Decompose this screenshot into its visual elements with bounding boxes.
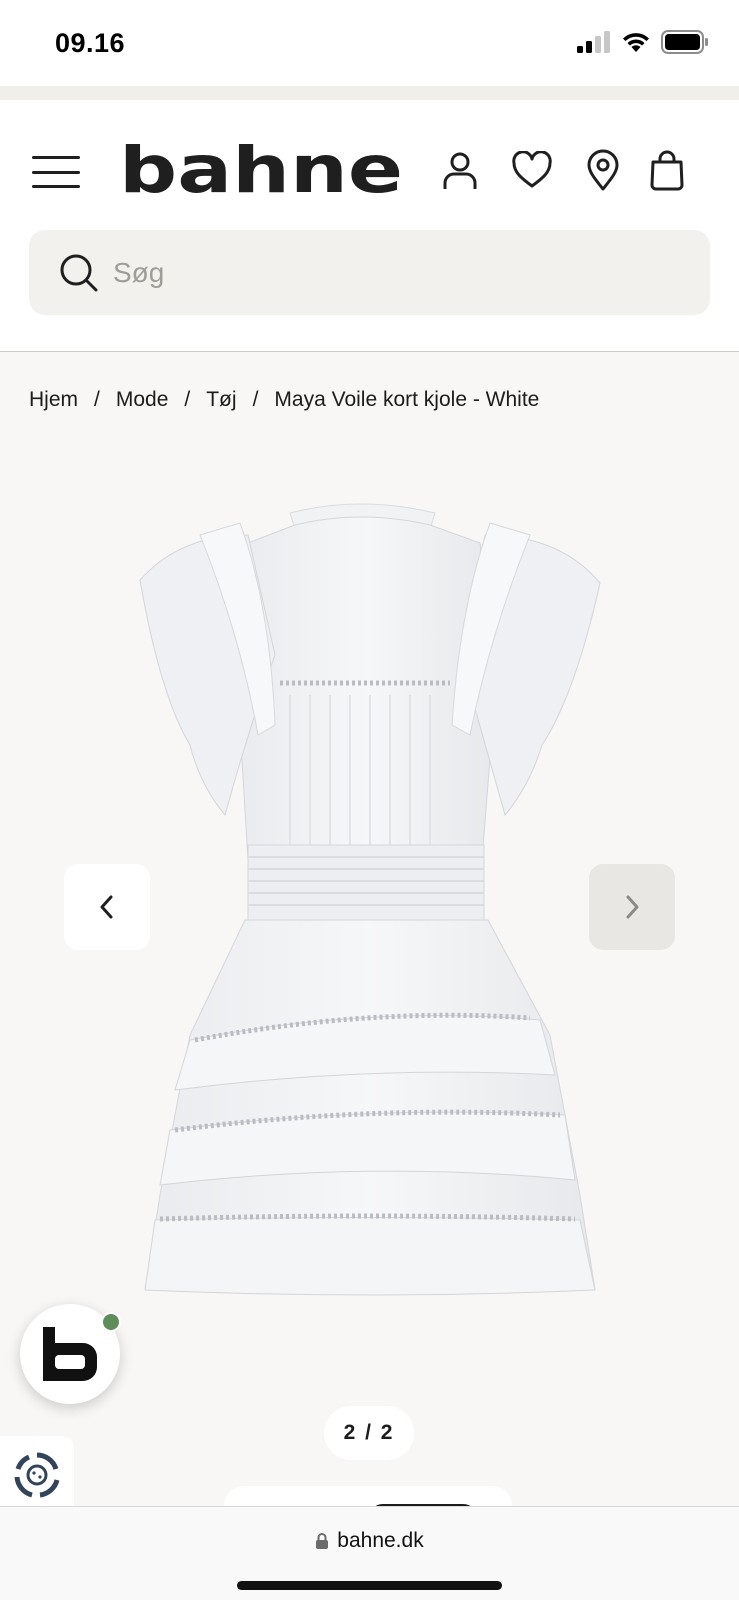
search-input[interactable] — [113, 230, 673, 315]
breadcrumb: Hjem / Mode / Tøj / Maya Voile kort kjol… — [29, 388, 539, 412]
site-header: bahne — [0, 100, 739, 352]
url-text: bahne.dk — [337, 1529, 424, 1552]
breadcrumb-current: Maya Voile kort kjole - White — [274, 388, 540, 411]
cellular-signal-icon — [577, 31, 610, 53]
chat-widget-button[interactable] — [20, 1304, 121, 1404]
heart-icon[interactable] — [508, 146, 556, 194]
shopping-bag-icon[interactable] — [643, 146, 691, 194]
chevron-right-icon — [626, 895, 639, 919]
breadcrumb-separator: / — [94, 388, 100, 411]
lock-icon — [316, 1533, 329, 1549]
location-pin-icon[interactable] — [579, 146, 627, 194]
breadcrumb-toj[interactable]: Tøj — [206, 388, 236, 412]
gallery-prev-button[interactable] — [64, 864, 150, 950]
brand-logo[interactable]: bahne — [118, 144, 404, 200]
product-gallery: 2 / 2 — [0, 440, 739, 1514]
svg-text:bahne: bahne — [119, 144, 403, 200]
wifi-icon — [623, 33, 649, 52]
search-bar[interactable] — [29, 230, 710, 315]
status-time: 09.16 — [55, 28, 126, 58]
home-indicator — [237, 1581, 502, 1590]
menu-icon[interactable] — [30, 152, 82, 192]
breadcrumb-mode[interactable]: Mode — [116, 388, 169, 412]
status-icons — [577, 30, 709, 54]
brand-b-logo — [43, 1327, 97, 1381]
breadcrumb-separator: / — [252, 388, 259, 411]
breadcrumb-separator: / — [184, 388, 191, 411]
account-icon[interactable] — [436, 146, 484, 194]
gallery-next-button[interactable] — [589, 864, 675, 950]
search-icon — [60, 254, 98, 292]
gallery-counter: 2 / 2 — [324, 1406, 414, 1460]
battery-icon — [661, 30, 708, 54]
cookie-settings-icon[interactable] — [0, 1436, 74, 1514]
breadcrumb-home[interactable]: Hjem — [29, 388, 78, 412]
status-bar: 09.16 — [0, 0, 739, 86]
product-image[interactable] — [130, 495, 610, 1325]
url-display[interactable]: bahne.dk — [0, 1529, 739, 1553]
online-status-dot — [101, 1312, 121, 1332]
browser-address-bar[interactable]: bahne.dk — [0, 1506, 739, 1600]
chevron-left-icon — [100, 895, 113, 919]
promo-strip — [0, 86, 739, 100]
